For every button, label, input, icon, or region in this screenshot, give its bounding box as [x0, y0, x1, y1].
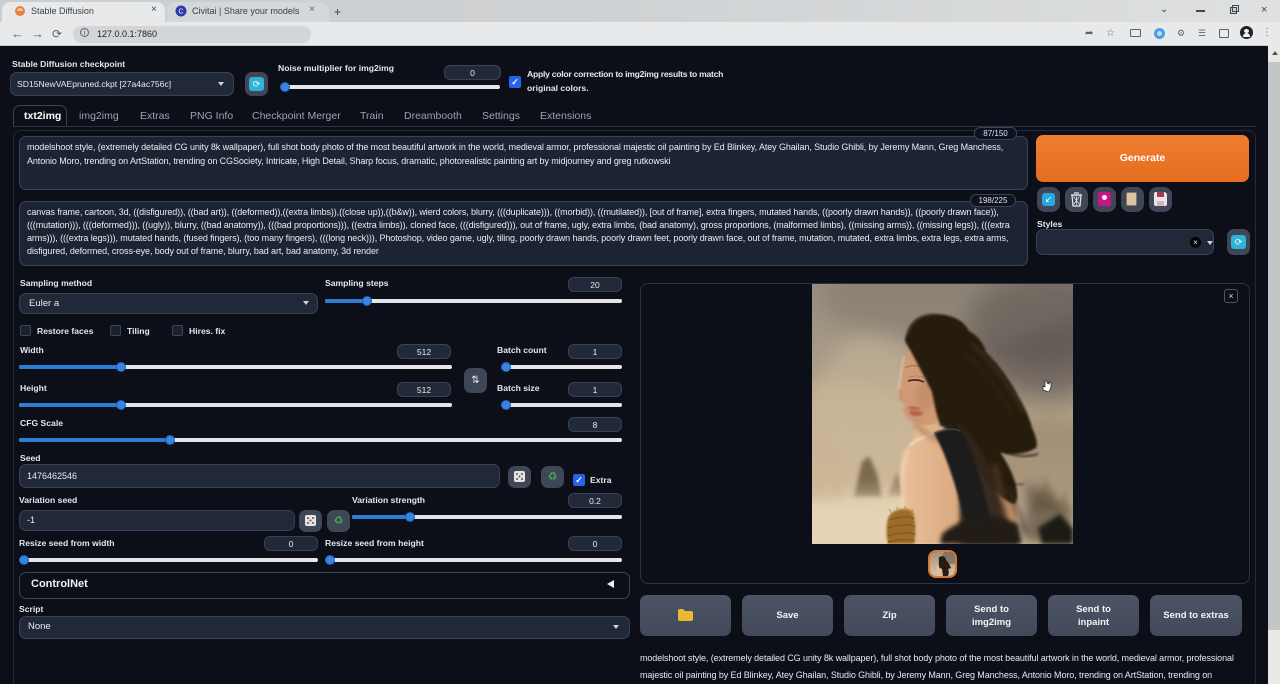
svg-text:C: C [178, 9, 183, 16]
